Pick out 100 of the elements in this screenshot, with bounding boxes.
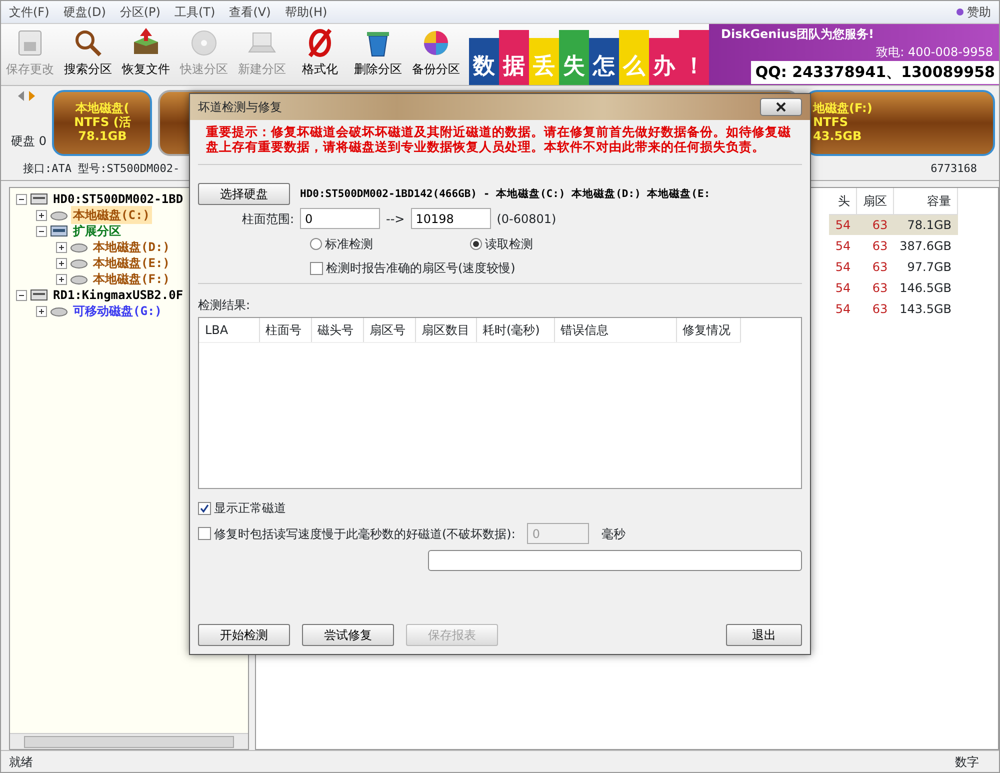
close-icon — [776, 102, 786, 112]
disk-icon — [50, 209, 68, 221]
expand-toggle[interactable] — [36, 226, 47, 236]
segment-text: 78.1GB — [78, 130, 127, 144]
toolbar-button[interactable]: 搜索分区 — [59, 24, 117, 85]
table-cell: 63 — [856, 235, 894, 256]
expand-toggle[interactable] — [16, 194, 27, 204]
table-cell-text: 143.5GB — [898, 300, 952, 318]
results-label: 检测结果: — [198, 298, 250, 312]
expand-toggle[interactable] — [36, 210, 47, 220]
menu-item[interactable]: 分区(P) — [120, 3, 160, 21]
segment-text: NTFS (活 — [74, 116, 131, 130]
expand-toggle[interactable] — [16, 290, 27, 300]
range-label: 柱面范围: — [240, 210, 294, 228]
table-cell-text: 54 — [834, 258, 852, 276]
toolbar-button[interactable]: 备份分区 — [407, 24, 465, 85]
toolbar-button[interactable]: 恢复文件 — [117, 24, 175, 85]
close-button[interactable] — [760, 98, 802, 116]
dialog-button[interactable]: 尝试修复 — [302, 624, 394, 646]
dialog-title: 坏道检测与修复 — [198, 99, 282, 116]
checkbox-label: 修复时包括读写速度慢于此毫秒数的好磁道(不破坏数据): — [214, 526, 516, 542]
tree-item[interactable]: HD0:ST500DM002-1BD — [51, 190, 186, 208]
warning-text: 重要提示：修复坏磁道会破坏坏磁道及其附近磁道的数据。请在修复前首先做好数据备份。如待修复磁盘上存有重要数据，请将磁盘送到专业数据恢复人员处理。本软件不对由此带来的任何损失负责。 — [198, 120, 802, 165]
table-cell-text: 54 — [834, 280, 852, 296]
table-cell-text: 146.5GB — [898, 280, 952, 296]
column-header: 扇区 — [856, 188, 894, 214]
tree-item[interactable]: 本地磁盘(F:) — [91, 270, 172, 288]
toolbar-button[interactable]: 格式化 — [291, 24, 349, 85]
menu-item[interactable]: 硬盘(D) — [63, 3, 106, 21]
sponsor-link[interactable]: 赞助 — [967, 3, 991, 21]
range-hint: (0-60801) — [496, 210, 556, 228]
table-cell-text: 63 — [871, 300, 889, 318]
column-header: LBA — [199, 318, 259, 342]
drive-icon — [30, 289, 48, 301]
segment-text: 地磁盘(F:) — [813, 102, 872, 116]
table-cell: 63 — [856, 214, 894, 235]
checkbox-label: 检测时报告准确的扇区号(速度较慢) — [326, 260, 516, 277]
column-header: 磁头号 — [311, 318, 363, 342]
dot-icon — [956, 8, 964, 16]
table-cell: 78.1GB — [894, 214, 958, 235]
menu-item[interactable]: 工具(T) — [174, 3, 216, 21]
right-arrow-icon — [28, 90, 36, 102]
disk-info: 6773168 — [930, 160, 977, 177]
tree-item[interactable]: 扩展分区 — [71, 222, 123, 240]
cylinder-to-field[interactable]: 10198 — [410, 208, 491, 229]
banner-tile: 数 — [469, 38, 499, 85]
banner-tile: 丢 — [529, 38, 559, 85]
radio-button[interactable] — [310, 238, 322, 250]
banner-tile: 办 — [649, 38, 679, 85]
column-header: 头 — [829, 188, 857, 214]
toolbar-button[interactable]: 删除分区 — [349, 24, 407, 85]
tree-item[interactable]: 本地磁盘(D:) — [91, 238, 172, 256]
checkbox-label: 显示正常磁道 — [214, 500, 286, 517]
banner-tile: 么 — [619, 30, 649, 85]
expand-toggle[interactable] — [56, 274, 67, 284]
column-header: 扇区号 — [363, 318, 415, 342]
cylinder-from-field[interactable]: 0 — [300, 208, 380, 229]
dialog-button[interactable]: 退出 — [726, 624, 802, 646]
ad-slogan: DiskGenius团队为您服务! — [721, 26, 875, 44]
tree-item[interactable]: 本地磁盘(E:) — [91, 254, 172, 272]
disk-icon — [70, 273, 88, 285]
checkbox[interactable] — [310, 262, 323, 274]
column-header: 扇区数目 — [415, 318, 476, 342]
expand-toggle[interactable] — [56, 258, 67, 268]
tree-item[interactable]: 本地磁盘(C:) — [71, 206, 152, 224]
status-text: 就绪 — [9, 754, 33, 770]
table-cell-text: 97.7GB — [906, 258, 952, 276]
table-cell: 54 — [829, 235, 857, 256]
checkbox[interactable] — [198, 527, 211, 540]
horizontal-scrollbar[interactable] — [10, 733, 248, 749]
column-header: 修复情况 — [676, 318, 740, 342]
table-cell-text: 63 — [871, 258, 889, 276]
table-cell: 387.6GB — [894, 235, 958, 256]
segment-text: 本地磁盘( — [76, 102, 130, 116]
left-arrow-icon — [17, 90, 25, 102]
radio-button[interactable] — [470, 238, 482, 250]
expand-toggle[interactable] — [56, 242, 67, 252]
disk-icon — [70, 241, 88, 253]
dialog-button[interactable]: 开始检测 — [198, 624, 290, 646]
drive-icon — [30, 193, 48, 205]
ad-contact: QQ: 243378941、130089958 — [751, 61, 999, 84]
menu-item[interactable]: 查看(V) — [229, 3, 271, 21]
checkbox[interactable] — [198, 502, 211, 514]
menu-item[interactable]: 文件(F) — [9, 3, 50, 21]
table-cell: 54 — [829, 214, 857, 235]
select-disk-button[interactable]: 选择硬盘 — [198, 183, 290, 205]
banner-tile: ！ — [679, 30, 709, 85]
banner-tile: 据 — [499, 30, 529, 85]
banner-tile: 失 — [559, 30, 589, 85]
disk-icon — [70, 257, 88, 269]
ad-phone: 致电: 400-008-9958 — [875, 44, 994, 62]
expand-toggle[interactable] — [36, 306, 47, 316]
column-header: 柱面号 — [259, 318, 311, 342]
radio-label: 标准检测 — [325, 236, 373, 253]
table-cell-text: 63 — [871, 280, 889, 296]
tree-item[interactable]: RD1:KingmaxUSB2.0F — [51, 286, 186, 304]
menu-item[interactable]: 帮助(H) — [284, 3, 328, 21]
tree-item[interactable]: 可移动磁盘(G:) — [71, 302, 164, 320]
disk-label: 硬盘 0 — [10, 133, 46, 150]
banner-tile: 怎 — [589, 38, 619, 85]
